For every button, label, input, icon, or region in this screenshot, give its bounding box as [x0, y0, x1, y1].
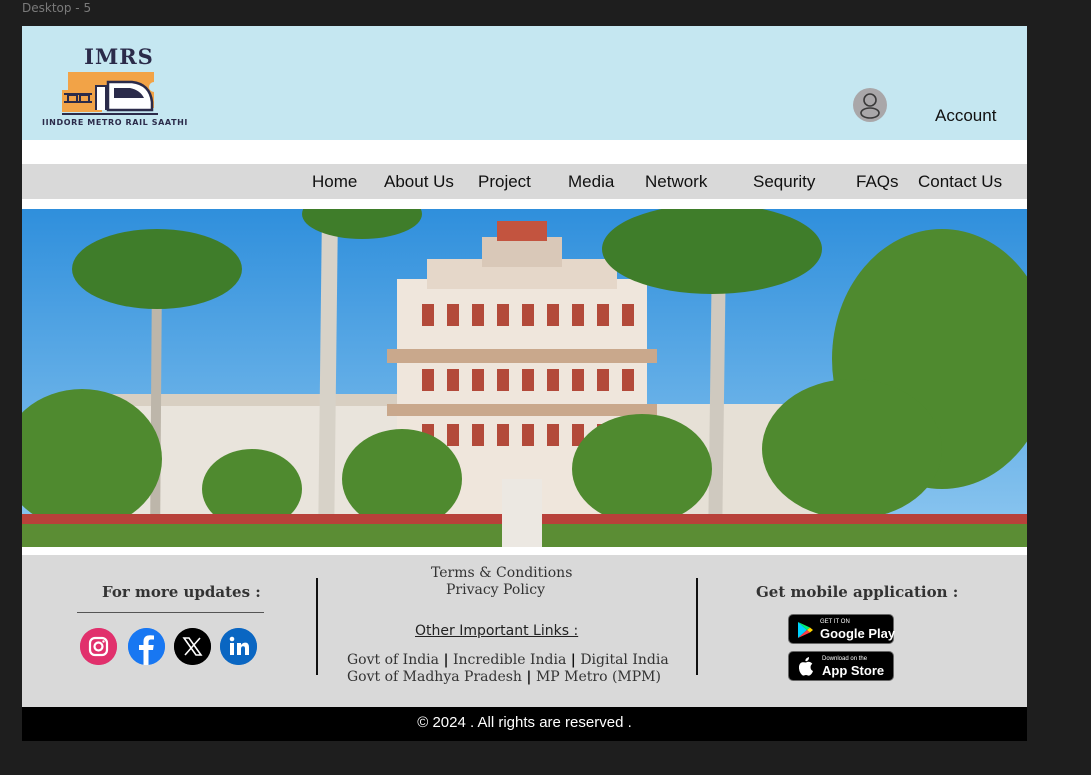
facebook-icon[interactable] [128, 628, 165, 665]
link-separator: | [443, 652, 449, 668]
terms-link[interactable]: Terms & Conditions [431, 565, 572, 581]
footer-divider-right [696, 578, 698, 675]
nav-faqs[interactable]: FAQs [856, 172, 899, 192]
links-row-2: Govt of Madhya Pradesh | MP Metro (MPM) [347, 669, 661, 685]
links-row-1: Govt of India | Incredible India | Digit… [347, 652, 669, 668]
google-play-button[interactable]: GET IT ON Google Play [788, 614, 896, 644]
app-store-small-text: Download on the [822, 656, 868, 662]
nav-security[interactable]: Sequrity [753, 172, 815, 192]
app-store-button[interactable]: Download on the App Store [788, 651, 894, 681]
google-play-small-text: GET IT ON [820, 619, 850, 625]
frame-label: Desktop - 5 [22, 1, 92, 15]
linkedin-icon[interactable] [220, 628, 257, 665]
page: IMRS IINDORE METRO RAIL SAATHI Account H… [22, 26, 1027, 741]
updates-divider [77, 612, 264, 613]
palace-scene-illustration [22, 209, 1027, 547]
google-play-icon [798, 622, 813, 638]
metro-train-logo-icon [62, 72, 158, 115]
logo[interactable]: IMRS IINDORE METRO RAIL SAATHI [42, 44, 192, 134]
logo-subtitle: IINDORE METRO RAIL SAATHI [42, 118, 188, 127]
copyright-bar: © 2024 . All rights are reserved . [22, 707, 1027, 741]
account-avatar-icon[interactable] [853, 88, 887, 122]
copyright-text: © 2024 . All rights are reserved . [417, 714, 632, 731]
account-link[interactable]: Account [935, 106, 996, 126]
footer-divider-left [316, 578, 318, 675]
privacy-link[interactable]: Privacy Policy [446, 582, 545, 598]
link-separator: | [526, 669, 532, 685]
link-separator: | [570, 652, 576, 668]
nav-about-us[interactable]: About Us [384, 172, 454, 192]
updates-heading: For more updates : [102, 583, 261, 601]
header: IMRS IINDORE METRO RAIL SAATHI Account [22, 26, 1027, 140]
instagram-icon[interactable] [80, 628, 117, 665]
header-spacer [22, 140, 1027, 164]
digital-india-link[interactable]: Digital India [580, 652, 668, 668]
google-play-big-text: Google Play [820, 626, 896, 641]
nav-home[interactable]: Home [312, 172, 357, 192]
nav-project[interactable]: Project [478, 172, 531, 192]
mp-metro-link[interactable]: MP Metro (MPM) [536, 669, 661, 685]
nav-network[interactable]: Network [645, 172, 707, 192]
x-icon[interactable] [174, 628, 211, 665]
nav-media[interactable]: Media [568, 172, 614, 192]
hero-image [22, 209, 1027, 547]
other-links-heading: Other Important Links : [415, 623, 579, 639]
footer: For more updates : Terms & Conditions Pr… [22, 555, 1027, 707]
logo-title: IMRS [84, 44, 154, 69]
app-heading: Get mobile application : [756, 583, 959, 601]
nav-contact-us[interactable]: Contact Us [918, 172, 1002, 192]
app-store-big-text: App Store [822, 663, 885, 678]
incredible-india-link[interactable]: Incredible India [453, 652, 566, 668]
main-nav: Home About Us Project Media Network Sequ… [22, 164, 1027, 199]
govt-of-india-link[interactable]: Govt of India [347, 652, 439, 668]
apple-icon [798, 657, 813, 676]
govt-of-mp-link[interactable]: Govt of Madhya Pradesh [347, 669, 522, 685]
